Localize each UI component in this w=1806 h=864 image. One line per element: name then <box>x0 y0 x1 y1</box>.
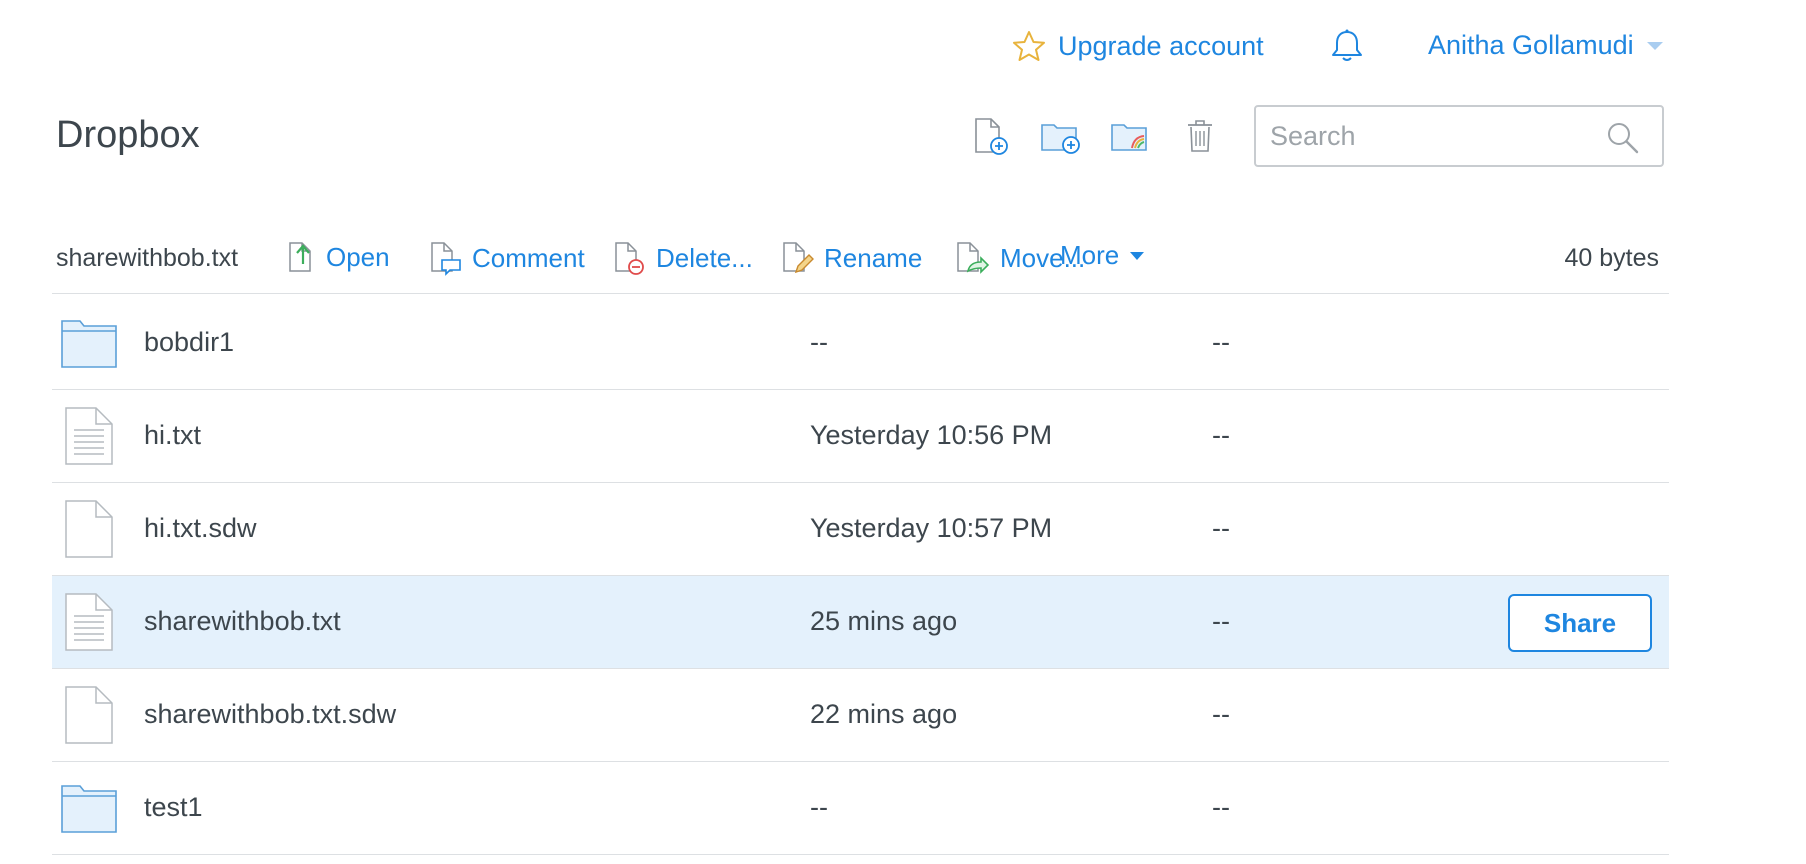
comment-icon <box>431 242 461 276</box>
file-row-selected[interactable]: sharewithbob.txt 25 mins ago -- Share <box>52 576 1669 669</box>
file-row[interactable]: test1 -- -- <box>52 762 1669 855</box>
file-modified: -- <box>810 327 828 357</box>
file-name: bobdir1 <box>144 327 235 357</box>
caret-down-icon <box>1130 251 1145 260</box>
shared-folder-button[interactable] <box>1110 116 1150 156</box>
page-title: Dropbox <box>56 114 200 156</box>
top-bar: Upgrade account Anitha Gollamudi <box>0 20 1806 70</box>
upgrade-account-link[interactable]: Upgrade account <box>1012 30 1264 62</box>
user-menu[interactable]: Anitha Gollamudi <box>1428 30 1664 61</box>
new-file-icon <box>975 118 1008 155</box>
upgrade-account-label: Upgrade account <box>1058 30 1264 61</box>
text-file-icon <box>60 592 118 652</box>
folder-icon <box>60 313 118 373</box>
delete-button[interactable]: Delete... <box>612 240 753 276</box>
open-file-icon <box>289 242 311 272</box>
blank-file-icon <box>60 685 118 745</box>
chevron-down-icon <box>1646 41 1663 50</box>
trash-icon <box>1188 120 1212 152</box>
file-shared: -- <box>1212 699 1230 729</box>
bell-icon <box>1332 29 1362 61</box>
file-row[interactable]: bobdir1 -- -- <box>52 297 1669 390</box>
comment-button[interactable]: Comment <box>428 240 585 276</box>
file-row[interactable]: hi.txt Yesterday 10:56 PM -- <box>52 390 1669 483</box>
file-shared: -- <box>1212 420 1230 450</box>
comment-label: Comment <box>472 242 585 273</box>
file-modified: 22 mins ago <box>810 699 958 729</box>
file-row[interactable]: hi.txt.sdw Yesterday 10:57 PM -- <box>52 483 1669 576</box>
toolbar-icons <box>970 116 1220 156</box>
file-size: 40 bytes <box>1564 244 1659 272</box>
file-list: bobdir1 -- -- hi.txt Yesterday 10:56 PM … <box>52 297 1669 855</box>
file-modified: Yesterday 10:57 PM <box>810 513 1053 543</box>
blank-file-icon <box>60 499 118 559</box>
user-name: Anitha Gollamudi <box>1428 30 1634 60</box>
file-name: hi.txt <box>144 420 202 450</box>
selection-action-bar: sharewithbob.txt Open Comment Delete... <box>52 230 1669 294</box>
folder-icon <box>60 778 118 838</box>
selected-file-name: sharewithbob.txt <box>56 244 239 272</box>
file-name: sharewithbob.txt.sdw <box>144 699 397 729</box>
shared-folder-icon <box>1111 124 1147 151</box>
file-name: test1 <box>144 792 203 822</box>
rename-label: Rename <box>824 242 923 273</box>
file-modified: 25 mins ago <box>810 606 958 636</box>
more-menu-button[interactable]: More <box>1060 240 1145 271</box>
open-button[interactable]: Open <box>286 240 390 274</box>
delete-toolbar-button[interactable] <box>1180 116 1220 156</box>
rename-icon <box>783 242 814 274</box>
open-label: Open <box>326 241 390 272</box>
file-modified: Yesterday 10:56 PM <box>810 420 1053 450</box>
file-shared: -- <box>1212 792 1230 822</box>
file-modified: -- <box>810 792 828 822</box>
search-button[interactable] <box>1606 121 1640 160</box>
file-row[interactable]: sharewithbob.txt.sdw 22 mins ago -- <box>52 669 1669 762</box>
new-file-button[interactable] <box>970 116 1010 156</box>
rename-button[interactable]: Rename <box>780 240 922 276</box>
file-shared: -- <box>1212 606 1230 636</box>
delete-label: Delete... <box>656 242 753 273</box>
search-icon <box>1608 123 1639 154</box>
file-name: hi.txt.sdw <box>144 513 257 543</box>
move-icon <box>957 242 990 274</box>
new-folder-button[interactable] <box>1040 116 1080 156</box>
share-button[interactable]: Share <box>1508 594 1652 652</box>
notifications-button[interactable] <box>1330 28 1364 69</box>
file-name: sharewithbob.txt <box>144 606 341 636</box>
new-folder-icon <box>1041 124 1080 154</box>
file-shared: -- <box>1212 327 1230 357</box>
search-box <box>1254 105 1664 167</box>
search-input[interactable] <box>1270 117 1590 155</box>
star-icon <box>1013 31 1045 61</box>
text-file-icon <box>60 406 118 466</box>
delete-file-icon <box>615 242 644 275</box>
file-shared: -- <box>1212 513 1230 543</box>
more-label: More <box>1060 240 1120 270</box>
